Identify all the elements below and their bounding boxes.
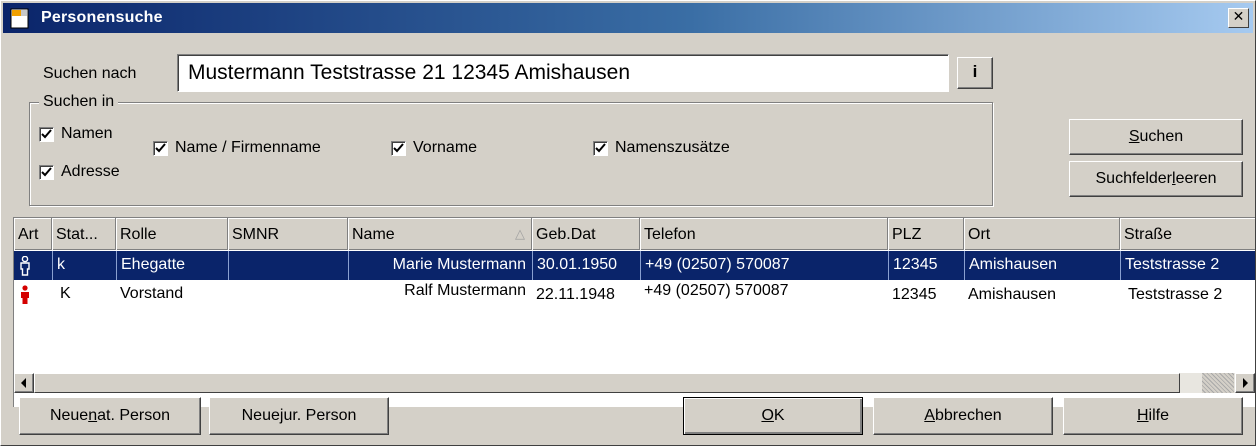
column-header-strasse[interactable]: Straße: [1120, 218, 1255, 250]
scroll-right-button[interactable]: [1235, 373, 1255, 393]
scroll-track[interactable]: [1202, 373, 1234, 393]
checkbox-label: Vorname: [413, 139, 478, 156]
status-cell: K: [60, 285, 71, 302]
column-header-rolle[interactable]: Rolle: [116, 218, 228, 250]
checkbox-box[interactable]: [39, 164, 54, 180]
info-button[interactable]: i: [957, 57, 993, 89]
ort-cell: Amishausen: [964, 251, 1120, 280]
column-header-plz[interactable]: PLZ: [888, 218, 964, 250]
checkmark-icon: [595, 142, 606, 152]
checkbox-box[interactable]: [391, 140, 406, 156]
close-button[interactable]: ✕: [1228, 8, 1249, 28]
checkmark-icon: [41, 166, 52, 176]
column-header-telefon[interactable]: Telefon: [640, 218, 888, 250]
checkbox-vorname[interactable]: Vorname: [391, 139, 477, 157]
horizontal-scrollbar[interactable]: [14, 373, 1255, 393]
column-header-name[interactable]: Name △: [348, 218, 532, 250]
results-table[interactable]: Art Stat... Rolle SMNR Name △ Geb.Dat Te…: [13, 217, 1255, 407]
title-bar: Personensuche ✕: [3, 3, 1253, 33]
telefon-cell: +49 (02507) 570087: [640, 251, 888, 280]
scroll-left-button[interactable]: [14, 373, 34, 393]
plz-cell: 12345: [888, 251, 964, 280]
window-title: Personensuche: [41, 9, 163, 26]
column-header-gebdat[interactable]: Geb.Dat: [532, 218, 640, 250]
checkbox-label: Namen: [61, 125, 113, 142]
checkbox-adresse[interactable]: Adresse: [39, 163, 120, 181]
table-row[interactable]: K Vorstand Ralf Mustermann 22.11.1948 +4…: [14, 280, 1255, 309]
gebdat-cell: 30.01.1950: [532, 251, 640, 280]
plz-cell: 12345: [892, 286, 937, 303]
table-header: Art Stat... Rolle SMNR Name △ Geb.Dat Te…: [14, 218, 1255, 250]
arrow-right-icon: [1243, 378, 1248, 388]
info-icon: i: [972, 62, 978, 81]
checkmark-icon: [155, 142, 166, 152]
search-in-legend: Suchen in: [39, 93, 119, 111]
checkbox-name-firmenname[interactable]: Name / Firmenname: [153, 139, 321, 157]
column-header-smnr[interactable]: SMNR: [228, 218, 348, 250]
checkbox-box[interactable]: [153, 140, 168, 156]
column-header-status[interactable]: Stat...: [52, 218, 116, 250]
search-label: Suchen nach: [43, 65, 137, 82]
checkbox-label: Namenszusätze: [615, 139, 730, 156]
search-input[interactable]: Mustermann Teststrasse 21 12345 Amishaus…: [177, 54, 949, 92]
ort-cell: Amishausen: [968, 286, 1057, 303]
strasse-cell: Teststrasse 2: [1128, 286, 1223, 303]
art-cell: [14, 280, 52, 309]
person-icon: [21, 285, 29, 304]
name-cell: Marie Mustermann: [348, 251, 532, 280]
person-icon: [20, 255, 30, 276]
smnr-cell: [228, 280, 348, 309]
checkbox-label: Name / Firmenname: [175, 139, 321, 156]
gebdat-cell: 22.11.1948: [536, 286, 615, 303]
search-button[interactable]: Suchen: [1069, 119, 1243, 155]
checkbox-box[interactable]: [593, 140, 608, 156]
ok-button[interactable]: OK: [683, 397, 863, 435]
column-header-art[interactable]: Art: [14, 218, 52, 250]
table-row[interactable]: k Ehegatte Marie Mustermann 30.01.1950 +…: [14, 251, 1255, 280]
telefon-cell: +49 (02507) 570087: [644, 282, 789, 299]
checkbox-namenszusaetze[interactable]: Namenszusätze: [593, 139, 730, 157]
rolle-cell: Vorstand: [120, 285, 184, 302]
checkmark-icon: [393, 142, 404, 152]
strasse-cell: Teststrasse 2: [1120, 251, 1255, 280]
new-natural-person-button[interactable]: Neue n at. Person: [19, 397, 201, 435]
help-button[interactable]: Hilfe: [1063, 397, 1243, 435]
name-cell: Ralf Mustermann: [404, 282, 526, 299]
rolle-cell: Ehegatte: [116, 251, 228, 280]
document-icon: [10, 8, 29, 29]
checkmark-icon: [41, 128, 52, 138]
personensuche-dialog: Personensuche ✕ Suchen nach Mustermann T…: [0, 0, 1256, 446]
smnr-cell: [228, 251, 348, 280]
checkbox-namen[interactable]: Namen: [39, 125, 113, 143]
scroll-thumb[interactable]: [34, 373, 1180, 393]
new-legal-person-button[interactable]: Neue j ur. Person: [209, 397, 389, 435]
checkbox-box[interactable]: [39, 126, 54, 142]
cancel-button[interactable]: Abbrechen: [873, 397, 1053, 435]
arrow-left-icon: [21, 378, 26, 388]
status-cell: k: [52, 251, 116, 280]
sort-ascending-icon: △: [515, 226, 525, 241]
clear-fields-button[interactable]: Suchfelder l eeren: [1069, 161, 1243, 197]
close-icon: ✕: [1232, 9, 1245, 25]
art-cell: [14, 251, 52, 280]
checkbox-label: Adresse: [61, 163, 120, 180]
column-header-ort[interactable]: Ort: [964, 218, 1120, 250]
